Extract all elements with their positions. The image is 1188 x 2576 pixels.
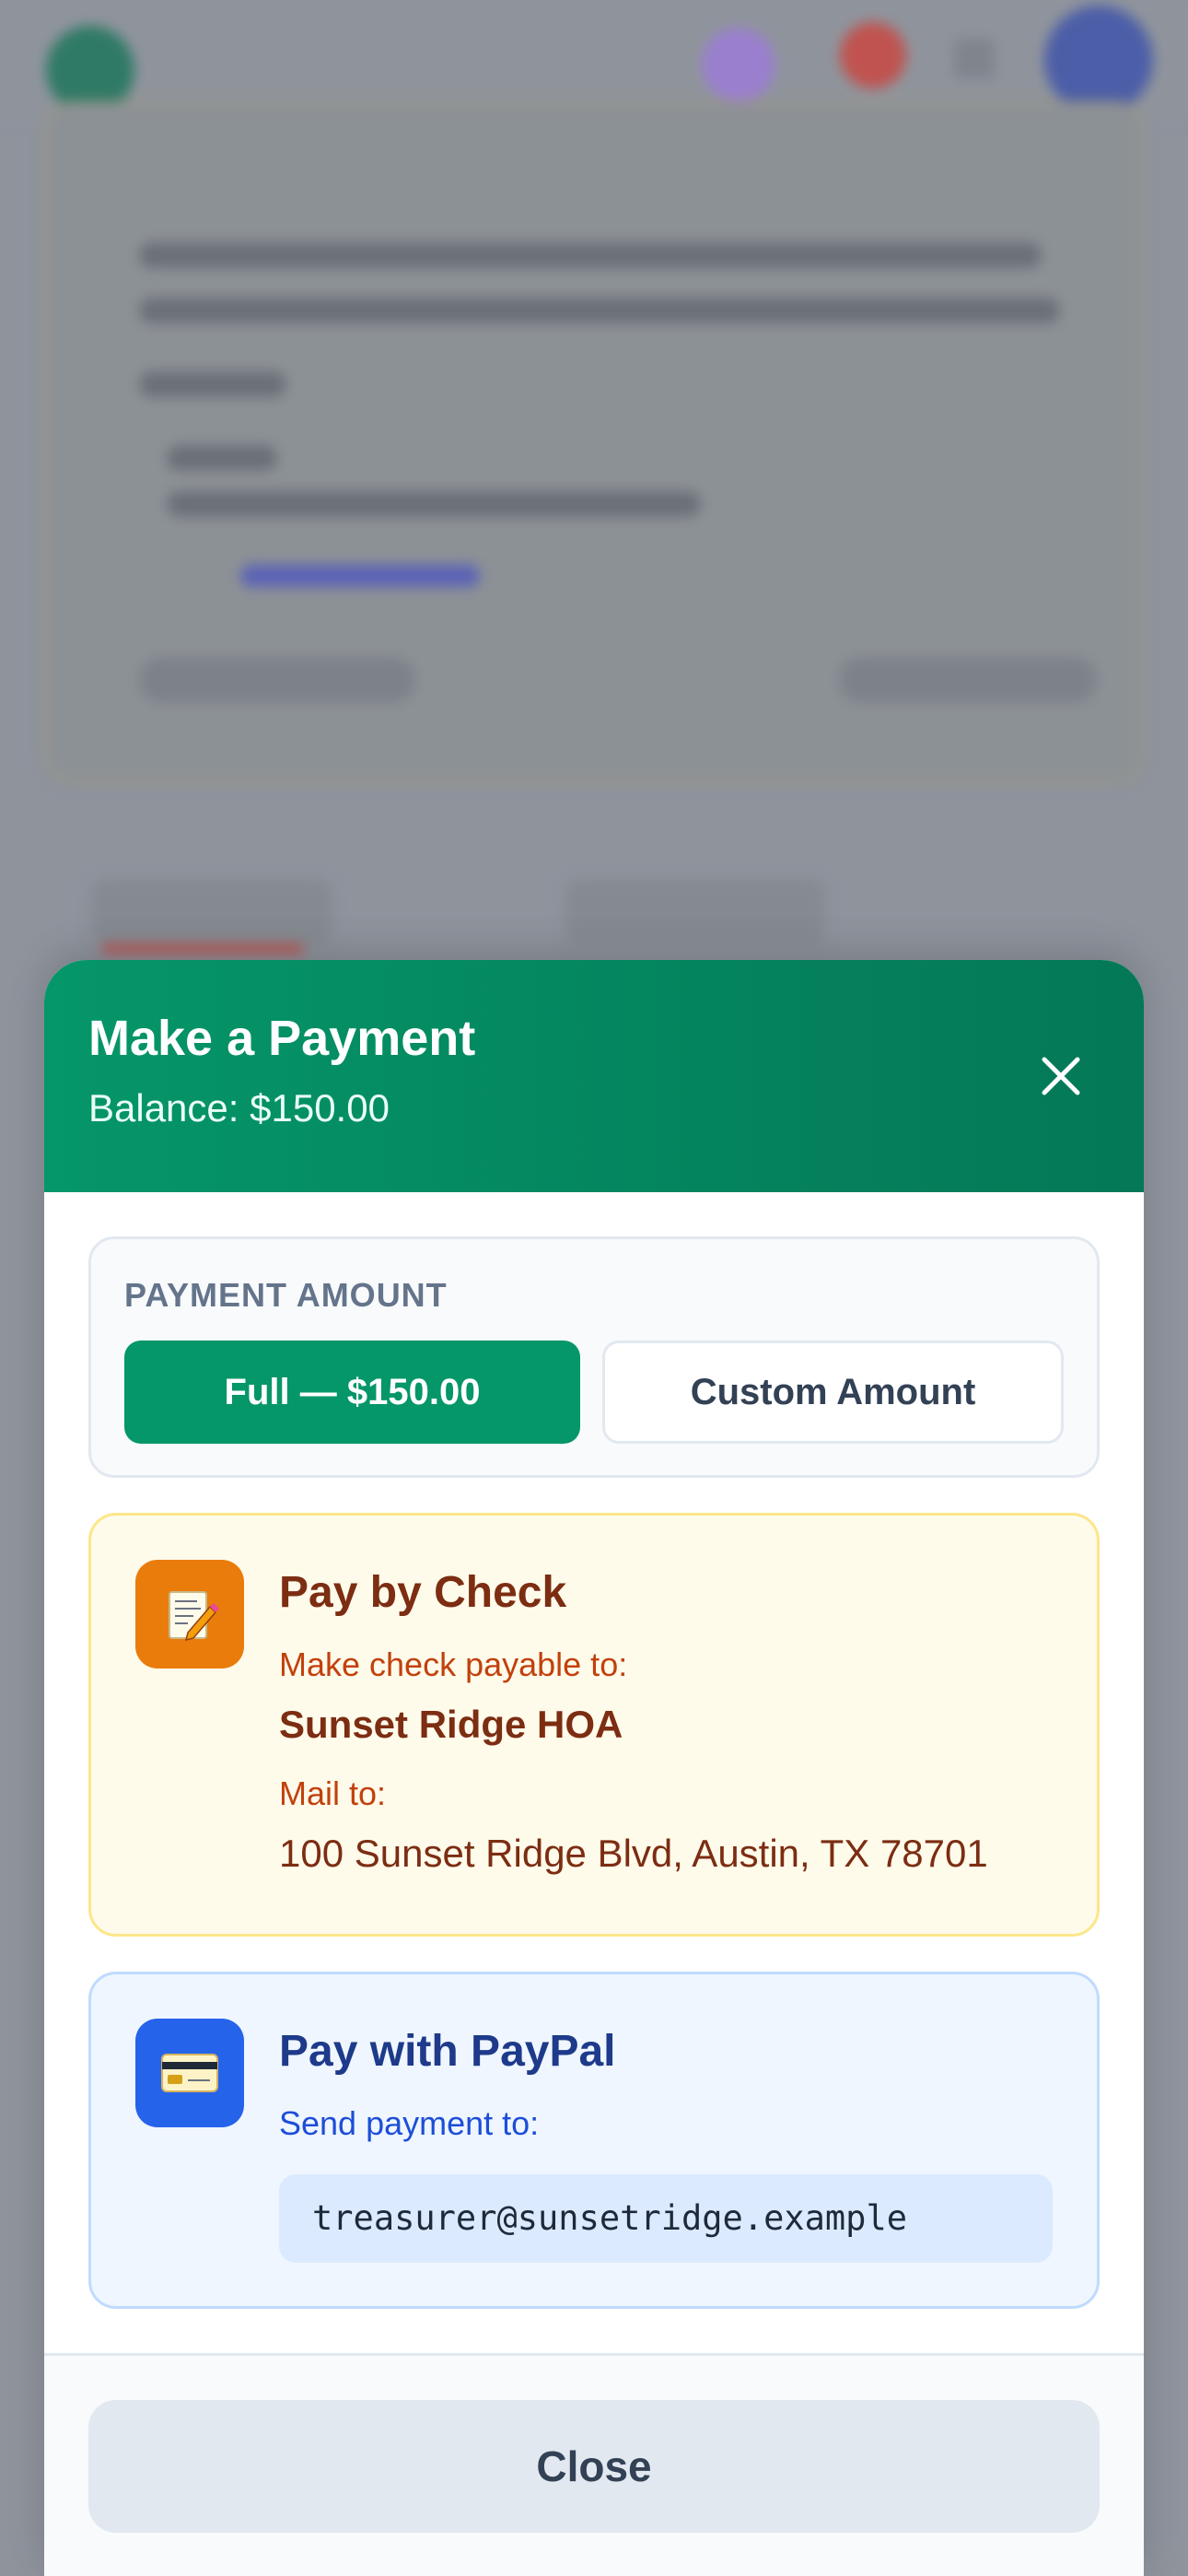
background-menu-icon — [954, 39, 995, 79]
pay-by-check-card: Pay by Check Make check payable to: Suns… — [88, 1513, 1100, 1937]
modal-body: PAYMENT AMOUNT Full — $150.00 Custom Amo… — [44, 1192, 1144, 2309]
custom-amount-button[interactable]: Custom Amount — [602, 1341, 1064, 1444]
close-button[interactable]: Close — [88, 2400, 1100, 2533]
background-nav-icon — [702, 28, 775, 101]
background-link — [240, 565, 480, 587]
background-text-line — [139, 371, 286, 397]
check-title: Pay by Check — [279, 1568, 567, 1617]
paypal-details: Pay with PayPal Send payment to: treasur… — [279, 2019, 1053, 2306]
background-card — [44, 101, 1144, 783]
background-text-line — [167, 491, 701, 517]
paypal-email[interactable]: treasurer@sunsetridge.example — [279, 2173, 1053, 2263]
pay-with-paypal-card: Pay with PayPal Send payment to: treasur… — [88, 1972, 1100, 2309]
background-stat — [92, 880, 332, 944]
payable-to-value: Sunset Ridge HOA — [279, 1702, 623, 1746]
modal-title: Make a Payment — [88, 1011, 476, 1066]
memo-icon — [135, 1560, 244, 1669]
mail-to-label: Mail to: — [279, 1774, 387, 1812]
payment-amount-label: PAYMENT AMOUNT — [124, 1276, 448, 1314]
payment-modal: Make a Payment Balance: $150.00 PAYMENT … — [44, 960, 1144, 2576]
background-button — [839, 657, 1097, 703]
background-text-line — [167, 445, 277, 471]
modal-header: Make a Payment Balance: $150.00 — [44, 960, 1144, 1192]
background-stat — [566, 880, 824, 944]
payment-amount-options: Full — $150.00 Custom Amount — [124, 1341, 1064, 1444]
background-button — [139, 657, 415, 703]
close-modal-button[interactable] — [1033, 1048, 1089, 1104]
modal-footer: Close — [44, 2353, 1144, 2576]
payment-amount-section: PAYMENT AMOUNT Full — $150.00 Custom Amo… — [88, 1236, 1100, 1478]
check-details: Pay by Check Make check payable to: Suns… — [279, 1560, 1053, 1934]
paypal-title: Pay with PayPal — [279, 2027, 616, 2076]
background-text-line — [139, 298, 1060, 323]
send-payment-label: Send payment to: — [279, 2103, 540, 2142]
background-stat-bar — [101, 944, 304, 954]
balance-text: Balance: $150.00 — [88, 1086, 390, 1130]
mail-address: 100 Sunset Ridge Blvd, Austin, TX 78701 — [279, 1831, 988, 1875]
payable-to-label: Make check payable to: — [279, 1645, 628, 1683]
close-icon — [1042, 1057, 1080, 1095]
full-amount-button[interactable]: Full — $150.00 — [124, 1341, 580, 1444]
credit-card-icon — [135, 2019, 244, 2127]
background-notification-icon — [840, 22, 906, 88]
background-avatar — [1044, 6, 1153, 114]
background-text-line — [139, 242, 1042, 268]
